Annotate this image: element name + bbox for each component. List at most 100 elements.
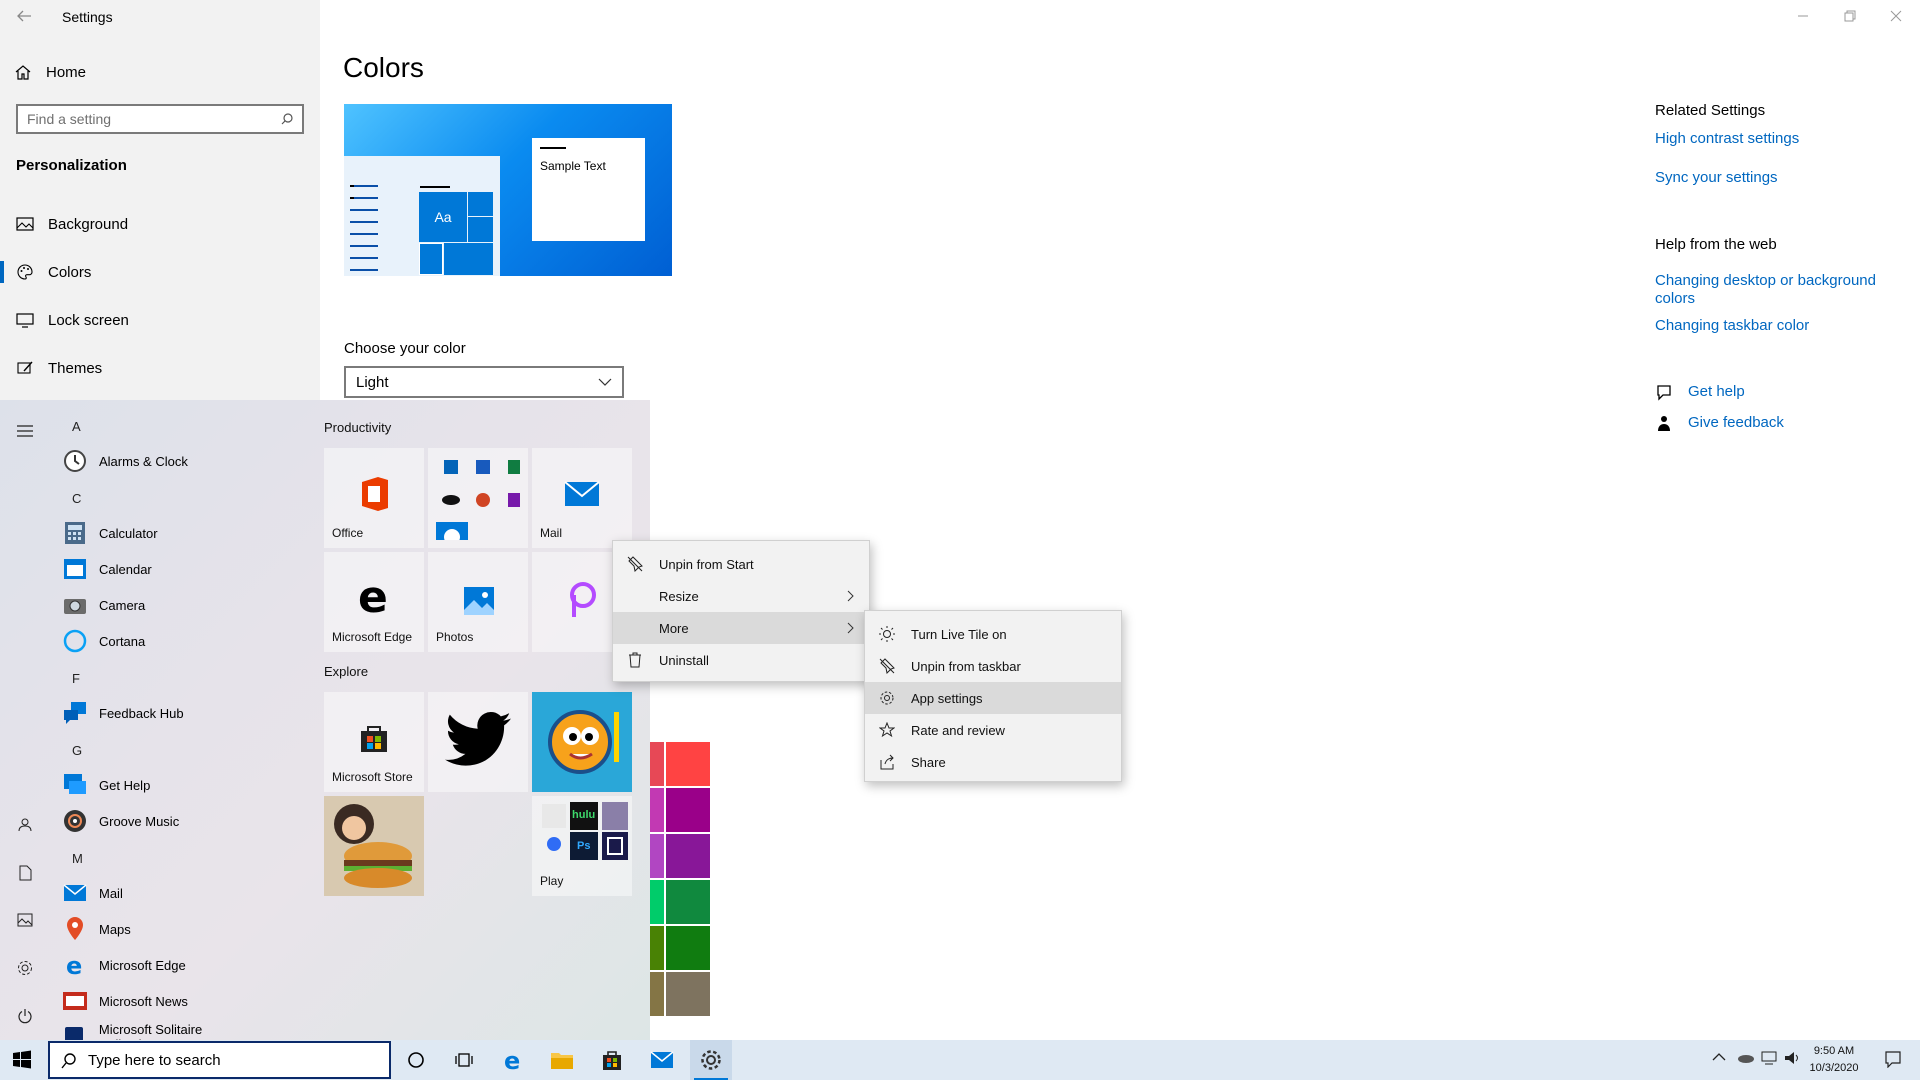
photos-tile[interactable]: Photos <box>428 552 528 652</box>
store-tile[interactable]: Microsoft Store <box>324 692 424 792</box>
pictures-icon[interactable] <box>14 909 36 931</box>
hulu-label: hulu <box>572 809 596 821</box>
windows-start-icon[interactable] <box>12 1050 32 1070</box>
find-setting-input[interactable]: Find a setting <box>16 104 304 134</box>
app-settings-item[interactable]: App settings <box>865 682 1121 714</box>
sync-settings-link[interactable]: Sync your settings <box>1655 169 1778 186</box>
trash-icon <box>625 652 645 668</box>
chevron-up-icon[interactable] <box>1712 1052 1726 1062</box>
letter-header[interactable]: F <box>72 671 80 686</box>
accent-color-swatch[interactable] <box>648 972 664 1016</box>
mail-icon[interactable] <box>644 1046 680 1074</box>
app-maps[interactable]: Maps <box>62 912 131 946</box>
onedrive-icon[interactable] <box>1736 1052 1754 1064</box>
burger-character-icon <box>330 800 418 892</box>
play-folder-tile[interactable]: hulu Ps Play <box>532 796 632 896</box>
window-title: Settings <box>62 9 113 25</box>
accent-color-swatch[interactable] <box>666 972 710 1016</box>
feedback-icon <box>1655 414 1673 432</box>
tile-label: Microsoft Store <box>332 770 413 784</box>
resize-item[interactable]: Resize <box>613 580 869 612</box>
accent-color-swatch[interactable] <box>648 834 664 878</box>
volume-icon[interactable] <box>1783 1050 1801 1066</box>
documents-icon[interactable] <box>14 862 36 884</box>
minimize-icon[interactable] <box>1795 8 1811 24</box>
live-tile-item[interactable]: Turn Live Tile on <box>865 618 1121 650</box>
power-icon[interactable] <box>14 1005 36 1027</box>
store-icon[interactable] <box>594 1046 630 1074</box>
app-mail[interactable]: Mail <box>62 876 123 910</box>
accent-color-swatch[interactable] <box>666 834 710 878</box>
twitter-bird-icon <box>442 710 514 772</box>
app-solitaire[interactable]: Microsoft Solitaire Collection <box>62 1020 262 1040</box>
cortana-circle-icon[interactable] <box>398 1046 434 1074</box>
letter-header[interactable]: A <box>72 419 81 434</box>
back-arrow-icon[interactable] <box>14 6 34 26</box>
get-help-link[interactable]: Get help <box>1688 383 1745 400</box>
accent-color-swatch[interactable] <box>648 926 664 970</box>
network-icon[interactable] <box>1760 1050 1778 1066</box>
accent-color-swatch[interactable] <box>666 788 710 832</box>
close-icon[interactable] <box>1888 8 1904 24</box>
changing-taskbar-link[interactable]: Changing taskbar color <box>1655 317 1809 334</box>
taskbar-search-box[interactable]: Type here to search <box>48 1041 391 1079</box>
accent-color-swatch[interactable] <box>648 742 664 786</box>
app-alarms-clock[interactable]: Alarms & Clock <box>62 444 188 478</box>
notification-icon[interactable] <box>1884 1050 1902 1068</box>
sidebar-item-lock-screen[interactable]: Lock screen <box>0 297 320 343</box>
app-camera[interactable]: Camera <box>62 588 145 622</box>
settings-taskbar-button[interactable] <box>690 1040 732 1080</box>
search-icon <box>280 112 294 126</box>
fish-game-tile[interactable] <box>532 692 632 792</box>
sidebar-item-colors[interactable]: Colors <box>0 249 320 295</box>
letter-header[interactable]: C <box>72 491 81 506</box>
app-feedback-hub[interactable]: Feedback Hub <box>62 696 184 730</box>
accent-color-swatch[interactable] <box>666 742 710 786</box>
color-mode-dropdown[interactable]: Light <box>344 366 624 398</box>
accent-color-swatch[interactable] <box>666 880 710 924</box>
task-view-icon[interactable] <box>446 1046 482 1074</box>
accent-color-swatch[interactable] <box>666 926 710 970</box>
user-icon[interactable] <box>14 814 36 836</box>
app-get-help[interactable]: Get Help <box>62 768 150 802</box>
letter-header[interactable]: G <box>72 743 82 758</box>
office-tile[interactable]: Office <box>324 448 424 548</box>
app-microsoft-edge[interactable]: e Microsoft Edge <box>62 948 186 982</box>
more-item[interactable]: More <box>613 612 869 644</box>
taskbar-clock[interactable]: 9:50 AM 10/3/2020 <box>1804 1043 1864 1077</box>
home-nav-item[interactable]: Home <box>14 60 86 84</box>
section-title: Personalization <box>16 157 127 174</box>
letter-header[interactable]: M <box>72 851 83 866</box>
share-item[interactable]: Share <box>865 746 1121 778</box>
sidebar-item-themes[interactable]: Themes <box>0 345 320 391</box>
unpin-taskbar-item[interactable]: Unpin from taskbar <box>865 650 1121 682</box>
cooking-game-tile[interactable] <box>324 796 424 896</box>
twitter-tile[interactable] <box>428 692 528 792</box>
share-icon <box>877 754 897 770</box>
rate-review-item[interactable]: Rate and review <box>865 714 1121 746</box>
restore-icon[interactable] <box>1842 8 1858 24</box>
high-contrast-link[interactable]: High contrast settings <box>1655 130 1799 147</box>
app-calendar[interactable]: Calendar <box>62 552 152 586</box>
edge-icon[interactable]: e <box>496 1046 532 1074</box>
uninstall-item[interactable]: Uninstall <box>613 644 869 676</box>
search-icon <box>60 1052 78 1070</box>
changing-desktop-link[interactable]: Changing desktop or background colors <box>1655 272 1895 308</box>
office-apps-folder-tile[interactable] <box>428 448 528 548</box>
edge-tile[interactable]: e Microsoft Edge <box>324 552 424 652</box>
accent-color-swatch[interactable] <box>648 880 664 924</box>
svg-text:e: e <box>66 953 82 977</box>
settings-gear-icon[interactable] <box>14 957 36 979</box>
app-groove-music[interactable]: Groove Music <box>62 804 179 838</box>
hamburger-menu-icon[interactable] <box>14 420 36 442</box>
app-calculator[interactable]: Calculator <box>62 516 158 550</box>
app-microsoft-news[interactable]: Microsoft News <box>62 984 188 1018</box>
file-explorer-icon[interactable] <box>544 1046 580 1074</box>
accent-color-swatch[interactable] <box>648 788 664 832</box>
sidebar-item-background[interactable]: Background <box>0 201 320 247</box>
app-cortana[interactable]: Cortana <box>62 624 145 658</box>
mail-tile[interactable]: Mail <box>532 448 632 548</box>
find-setting-placeholder: Find a setting <box>27 111 112 127</box>
give-feedback-link[interactable]: Give feedback <box>1688 414 1784 431</box>
unpin-from-start-item[interactable]: Unpin from Start <box>613 548 869 580</box>
